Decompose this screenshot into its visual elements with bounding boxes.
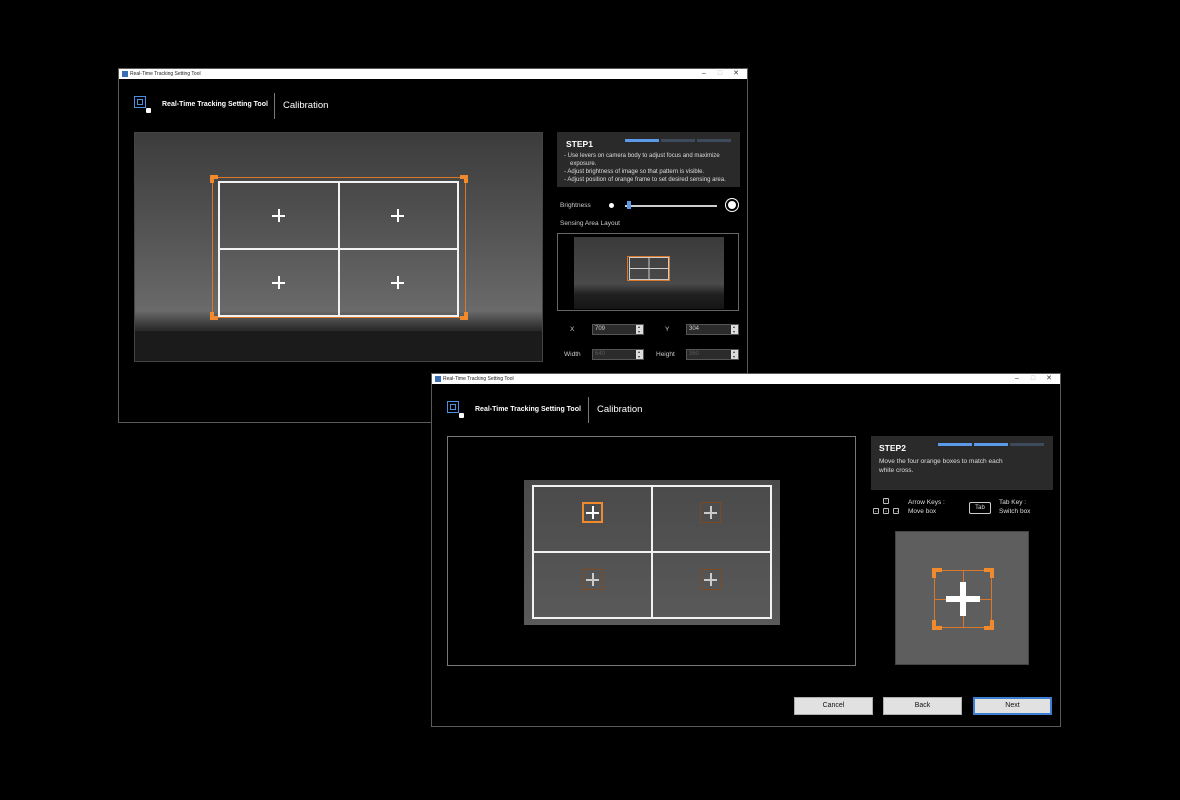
window-title: Real-Time Tracking Setting Tool	[443, 376, 514, 382]
progress-segment-2	[974, 443, 1008, 446]
arrow-keys-icon: ↑ ← ↓ →	[873, 498, 899, 514]
progress-segment-1	[625, 139, 659, 142]
width-label: Width	[564, 351, 581, 358]
step-title: STEP1	[566, 139, 593, 149]
header-divider	[588, 397, 589, 423]
step-instructions: Move the four orange boxes to match each…	[879, 458, 1003, 474]
close-button[interactable]: ✕	[729, 69, 743, 79]
progress-segment-3	[697, 139, 731, 142]
brightness-label: Brightness	[560, 202, 591, 209]
page-title: Calibration	[283, 100, 329, 111]
layout-grid	[629, 257, 669, 280]
x-input[interactable]: 709	[592, 324, 644, 335]
calibration-window-step1: Real-Time Tracking Setting Tool – □ ✕ Re…	[118, 68, 748, 423]
cross-marker-2	[391, 209, 404, 222]
camera-view[interactable]	[134, 132, 543, 362]
y-input[interactable]: 304	[686, 324, 739, 335]
step-title: STEP2	[879, 443, 906, 453]
frame-handle-bottom-left[interactable]	[210, 312, 218, 320]
x-label: X	[570, 326, 575, 333]
height-spinner-arrows	[731, 350, 738, 359]
cross-marker-1	[272, 209, 285, 222]
x-spinner-arrows[interactable]	[636, 325, 643, 334]
page-title: Calibration	[597, 404, 643, 415]
frame-handle-top-right[interactable]	[460, 175, 468, 183]
header-divider	[274, 93, 275, 119]
back-button[interactable]: Back	[883, 697, 962, 715]
minimize-button[interactable]: –	[1010, 374, 1024, 384]
step-panel: STEP2 Move the four orange boxes to matc…	[871, 436, 1053, 490]
cross-marker-2	[704, 506, 717, 519]
calibration-pattern	[532, 485, 772, 619]
zoom-preview	[895, 531, 1029, 665]
brightness-low-icon	[609, 203, 614, 208]
height-label: Height	[656, 351, 675, 358]
window-title: Real-Time Tracking Setting Tool	[130, 71, 201, 77]
height-input: 360	[686, 349, 739, 360]
app-icon	[122, 71, 128, 77]
tab-key-icon: Tab	[969, 502, 991, 514]
app-logo-icon	[134, 96, 152, 114]
progress-segment-3	[1010, 443, 1044, 446]
y-label: Y	[665, 326, 670, 333]
frame-handle-top-left[interactable]	[210, 175, 218, 183]
brightness-slider-thumb[interactable]	[626, 201, 631, 209]
progress-segment-1	[938, 443, 972, 446]
maximize-button[interactable]: □	[1026, 374, 1040, 384]
sensing-area-layout-preview	[557, 233, 739, 311]
brightness-high-icon	[728, 201, 736, 209]
cross-marker-4	[391, 276, 404, 289]
next-button[interactable]: Next	[973, 697, 1052, 715]
cross-marker-4	[704, 573, 717, 586]
title-bar: Real-Time Tracking Setting Tool – □ ✕	[432, 374, 1060, 384]
room-floor	[135, 331, 542, 361]
width-spinner-arrows	[636, 350, 643, 359]
title-bar: Real-Time Tracking Setting Tool – □ ✕	[119, 69, 747, 79]
sensing-area-layout-label: Sensing Area Layout	[560, 220, 620, 227]
app-name: Real-Time Tracking Setting Tool	[162, 101, 268, 108]
app-icon	[435, 376, 441, 382]
frame-handle-bottom-right[interactable]	[460, 312, 468, 320]
brightness-slider-track[interactable]	[625, 205, 717, 207]
calibration-view	[447, 436, 856, 666]
tab-key-hint: Tab Key : Switch box	[999, 499, 1031, 515]
zoom-cross-marker	[946, 582, 980, 616]
calibration-window-step2: Real-Time Tracking Setting Tool – □ ✕ Re…	[431, 373, 1061, 727]
cancel-button[interactable]: Cancel	[794, 697, 873, 715]
close-button[interactable]: ✕	[1042, 374, 1056, 384]
calibration-pattern	[218, 181, 459, 317]
app-logo-icon	[447, 401, 465, 419]
y-spinner-arrows[interactable]	[731, 325, 738, 334]
cropped-camera-image[interactable]	[524, 480, 780, 625]
app-name: Real-Time Tracking Setting Tool	[475, 406, 581, 413]
arrow-keys-hint: Arrow Keys : Move box	[908, 499, 945, 515]
cross-marker-1	[586, 506, 599, 519]
progress-segment-2	[661, 139, 695, 142]
cross-marker-3	[586, 573, 599, 586]
step-instructions: - Use levers on camera body to adjust fo…	[564, 153, 726, 183]
width-input: 640	[592, 349, 644, 360]
cross-marker-3	[272, 276, 285, 289]
maximize-button[interactable]: □	[713, 69, 727, 79]
minimize-button[interactable]: –	[697, 69, 711, 79]
step-panel: STEP1 - Use levers on camera body to adj…	[557, 132, 740, 187]
